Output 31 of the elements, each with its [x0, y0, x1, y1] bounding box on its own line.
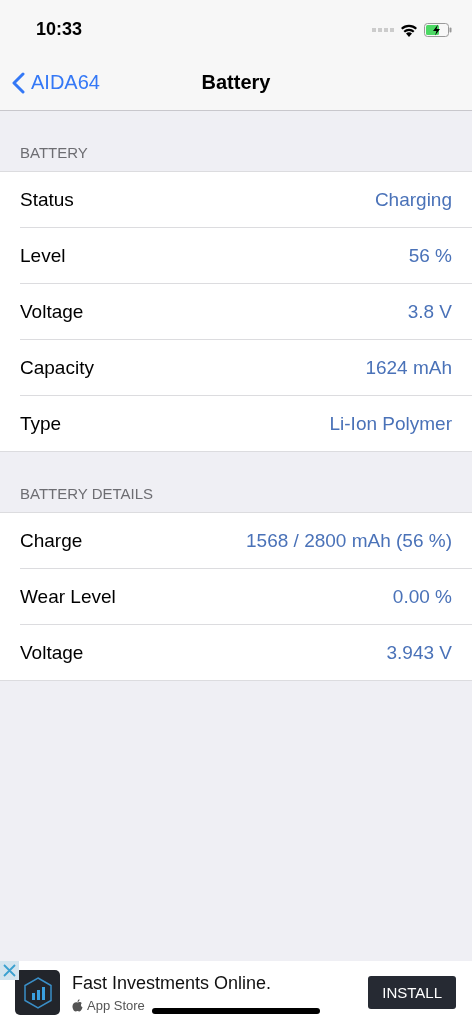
row-value: 1568 / 2800 mAh (56 %): [246, 529, 452, 552]
row-value: 0.00 %: [392, 585, 452, 608]
row-value: 56 %: [408, 244, 452, 267]
row-label: Level: [20, 244, 66, 267]
row-label: Status: [20, 188, 74, 211]
store-label: App Store: [87, 997, 145, 1013]
wifi-icon: [400, 22, 418, 37]
section-header: BATTERY: [20, 144, 88, 161]
battery-icon: [424, 22, 452, 37]
row-label: Voltage: [20, 641, 84, 664]
row-label: Capacity: [20, 356, 94, 379]
chevron-left-icon: [12, 71, 25, 94]
row-value: Li-Ion Polymer: [329, 412, 452, 435]
section-header: BATTERY DETAILS: [20, 485, 154, 502]
close-icon[interactable]: [0, 961, 19, 980]
row-value: Charging: [374, 188, 452, 211]
apple-icon: [72, 998, 83, 1012]
row-value: 1624 mAh: [365, 356, 452, 379]
ad-title: Fast Investments Online.: [72, 972, 273, 994]
signal-icon: [372, 27, 394, 32]
row-label: Wear Level: [20, 585, 116, 608]
status-time: 10:33: [36, 19, 84, 40]
row-label: Type: [20, 412, 62, 435]
row-label: Charge: [20, 529, 83, 552]
nav-title: Battery: [201, 71, 271, 94]
row-label: Voltage: [20, 300, 84, 323]
app-icon[interactable]: [15, 970, 60, 1015]
back-button[interactable]: AIDA64: [0, 70, 106, 95]
row-value: 3.8 V: [407, 300, 452, 323]
row-value: 3.943 V: [386, 641, 452, 664]
install-button[interactable]: INSTALL: [368, 976, 456, 1009]
